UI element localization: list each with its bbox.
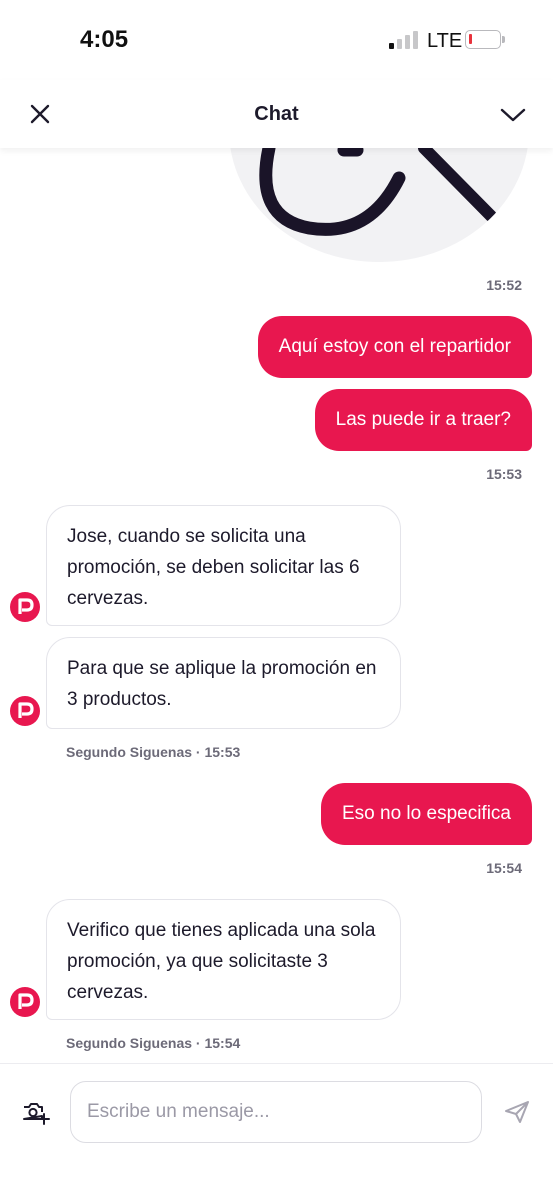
battery-low-icon [465, 30, 505, 49]
send-icon [505, 1101, 529, 1123]
message-composer [0, 1063, 553, 1200]
battery-level [469, 34, 472, 44]
camera-add-icon [23, 1103, 50, 1125]
sender-meta: Segundo Siguenas · 15:53 [66, 744, 241, 760]
agent-avatar-icon [10, 696, 40, 726]
status-bar: 4:05 LTE [0, 0, 553, 80]
incoming-message[interactable]: Jose, cuando se solicita una promoción, … [46, 505, 401, 626]
incoming-message[interactable]: Verifico que tienes aplicada una sola pr… [46, 899, 401, 1020]
page-title: Chat [254, 103, 299, 125]
message-time: 15:53 [486, 466, 522, 482]
outgoing-message[interactable]: Aquí estoy con el repartidor [257, 316, 532, 378]
camera-button[interactable] [20, 1098, 50, 1126]
chevron-down-icon [500, 108, 526, 122]
shared-image[interactable] [229, 148, 529, 262]
outgoing-message[interactable]: Las puede ir a traer? [314, 389, 532, 451]
incoming-message[interactable]: Para que se aplique la promoción en 3 pr… [46, 637, 401, 729]
signal-bars-icon [389, 31, 419, 49]
message-input[interactable] [70, 1081, 482, 1143]
network-type: LTE [427, 30, 463, 52]
status-time: 4:05 [80, 26, 129, 53]
message-time: 15:54 [486, 860, 522, 876]
send-button[interactable] [503, 1099, 531, 1125]
collapse-button[interactable] [498, 100, 528, 128]
chat-header: Chat [0, 80, 553, 148]
logo-image [259, 148, 497, 236]
sender-meta: Segundo Siguenas · 15:54 [66, 1035, 241, 1051]
message-time: 15:52 [486, 277, 522, 293]
outgoing-message[interactable]: Eso no lo especifica [321, 783, 532, 845]
agent-avatar-icon [10, 592, 40, 622]
agent-avatar-icon [10, 987, 40, 1017]
chat-messages[interactable]: 15:52 Aquí estoy con el repartidor Las p… [0, 148, 553, 1063]
